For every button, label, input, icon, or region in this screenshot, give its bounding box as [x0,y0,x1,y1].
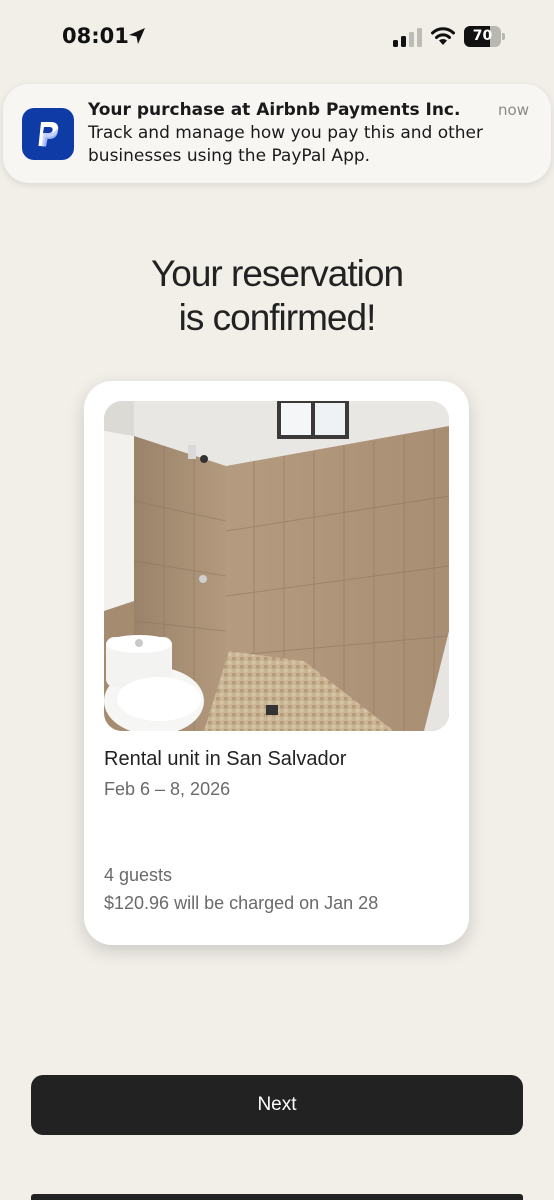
charge-info: $120.96 will be charged on Jan 28 [104,893,379,913]
paypal-app-icon [22,108,74,160]
wifi-icon [431,27,455,45]
home-indicator[interactable] [31,1194,523,1200]
status-time: 08:01 [62,24,129,48]
page-title-line-2: is confirmed! [178,297,377,338]
notification-body: Track and manage how you pay this and ot… [88,123,483,166]
location-arrow-icon [129,28,145,44]
notification-title: Your purchase at Airbnb Payments Inc. [88,100,461,120]
guest-count: 4 guests [104,865,173,885]
notification-time: now [498,101,529,119]
next-button[interactable]: Next [31,1075,523,1135]
reservation-card: Rental unit in San Salvador Feb 6 – 8, 2… [84,381,469,945]
listing-photo [104,401,449,731]
page-title: Your reservation is confirmed! [0,252,554,340]
page-title-line-1: Your reservation [150,253,404,294]
battery-indicator: 70 [464,26,506,47]
status-bar: 08:01 70 [0,0,554,72]
listing-title: Rental unit in San Salvador [104,748,347,770]
battery-level: 70 [472,28,493,44]
reservation-dates: Feb 6 – 8, 2026 [104,779,231,799]
paypal-notification[interactable]: Your purchase at Airbnb Payments Inc. Tr… [3,84,551,183]
cellular-signal-icon [393,28,422,47]
